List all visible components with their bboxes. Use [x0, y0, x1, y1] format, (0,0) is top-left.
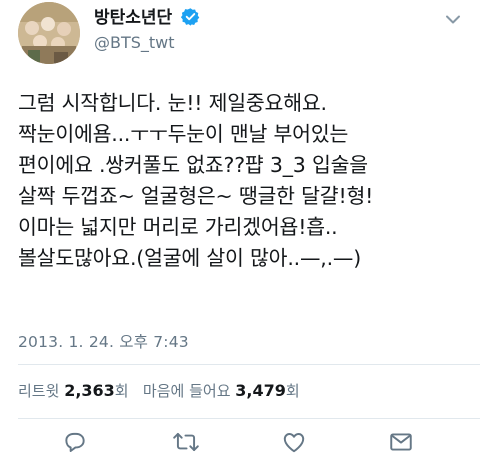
tweet-header: 방탄소년단 @BTS_twt: [18, 2, 468, 66]
reply-icon[interactable]: [62, 429, 90, 457]
tweet-text: 그럼 시작합니다. 눈!! 제일중요해요. 짝눈이에욤...ㅜㅜ두눈이 맨날 부…: [18, 88, 468, 274]
divider: [18, 418, 480, 419]
display-name[interactable]: 방탄소년단: [94, 6, 172, 30]
tweet-line: 살짝 두껍죠~ 얼굴형은~ 땡글한 달걀!형!: [18, 184, 374, 208]
handle[interactable]: @BTS_twt: [94, 32, 200, 54]
likes-label: 마음에 들어요: [142, 382, 231, 400]
tweet-timestamp[interactable]: 2013. 1. 24. 오후 7:43: [18, 330, 189, 352]
tweet-line: 이마는 넓지만 머리로 가리겠어욥!흡..: [18, 215, 338, 239]
tweet-line: 편이에요 .쌍커풀도 없죠??퍕 3_3 입술을: [18, 153, 368, 177]
retweets-label: 리트윗: [18, 382, 60, 400]
tweet-line: 볼살도많아요.(얼굴에 살이 많아..—,.—): [18, 246, 361, 270]
tweet-line: 짝눈이에욤...ㅜㅜ두눈이 맨날 부어있는: [18, 122, 349, 146]
retweets-unit: 회: [114, 382, 129, 400]
share-icon[interactable]: [388, 429, 416, 457]
verified-badge-icon: [181, 7, 200, 30]
action-bar: [0, 426, 480, 458]
likes-unit: 회: [285, 382, 300, 400]
tweet-line: 그럼 시작합니다. 눈!! 제일중요해요.: [18, 91, 327, 115]
retweet-icon[interactable]: [172, 429, 200, 457]
like-icon[interactable]: [281, 429, 309, 457]
likes-count[interactable]: 3,479: [235, 381, 286, 400]
tweet-stats: 리트윗 2,363회 마음에 들어요 3,479회: [18, 380, 300, 401]
avatar[interactable]: [18, 2, 80, 64]
divider: [18, 364, 480, 365]
chevron-down-icon[interactable]: [444, 10, 462, 32]
retweets-count[interactable]: 2,363: [64, 381, 115, 400]
